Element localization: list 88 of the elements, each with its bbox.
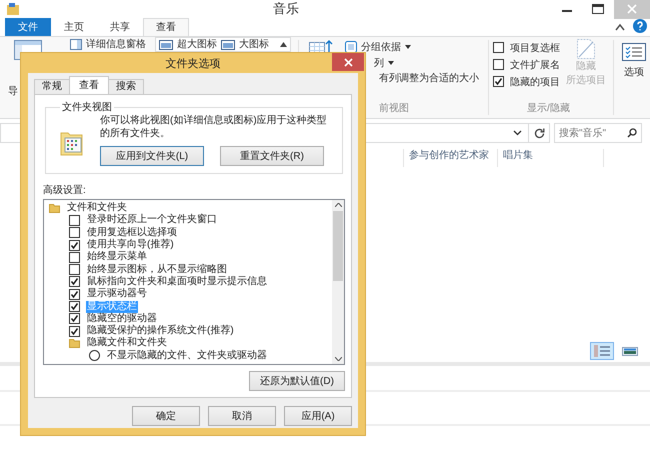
- details-view-button[interactable]: [590, 342, 614, 360]
- caret-icon: [405, 45, 411, 49]
- column-header[interactable]: 参与创作的艺术家: [403, 149, 497, 167]
- dialog-tab[interactable]: 查看: [69, 76, 109, 94]
- checkbox[interactable]: [69, 214, 80, 226]
- folder-view-button[interactable]: 应用到文件夹(L): [100, 146, 204, 166]
- option-label[interactable]: 始终显示菜单: [86, 251, 148, 264]
- details-pane-button[interactable]: 详细信息窗格: [86, 37, 146, 51]
- scroll-down-icon[interactable]: [334, 356, 342, 361]
- options-button[interactable]: 选项: [622, 43, 646, 79]
- refresh-icon[interactable]: [534, 128, 544, 138]
- dialog-button[interactable]: 确定: [132, 406, 200, 426]
- ribbon-tab[interactable]: 文件: [5, 18, 51, 36]
- folder-label[interactable]: 文件和文件夹: [66, 202, 128, 214]
- help-icon[interactable]: [633, 19, 647, 33]
- maximize-icon[interactable]: [592, 4, 604, 14]
- description-text: 你可以将此视图(如详细信息或图标)应用于这种类型的所有文件夹。: [100, 114, 328, 140]
- checkbox[interactable]: [493, 59, 504, 70]
- option-label[interactable]: 隐藏受保护的操作系统文件(推荐): [86, 325, 235, 338]
- close-icon: [344, 58, 352, 66]
- dialog-tab[interactable]: 常规: [34, 79, 70, 94]
- large-icons-icon: [622, 345, 638, 357]
- dialog-tab[interactable]: 搜索: [108, 79, 144, 94]
- dialog-button[interactable]: 应用(A): [284, 406, 352, 426]
- search-field[interactable]: 搜索"音乐": [554, 123, 642, 143]
- checkbox[interactable]: [493, 42, 504, 53]
- details-pane-icon: [70, 38, 82, 50]
- group-by-icon: [345, 41, 357, 53]
- checkbox[interactable]: [69, 326, 80, 337]
- restore-defaults-button[interactable]: 还原为默认值(D): [249, 370, 345, 391]
- option-label[interactable]: 显示驱动器号: [86, 288, 148, 300]
- option-label[interactable]: 隐藏空的驱动器: [86, 312, 158, 325]
- checkbox[interactable]: [69, 252, 80, 263]
- group-by-menu[interactable]: 分组依据: [361, 40, 401, 54]
- option-label[interactable]: 不显示隐藏的文件、文件夹或驱动器: [106, 350, 268, 362]
- folder-view-button[interactable]: 重置文件夹(R): [220, 146, 324, 166]
- extra-large-icons-icon: [159, 40, 173, 50]
- folder-icon: [49, 203, 60, 214]
- ribbon-tab[interactable]: 主页: [51, 18, 97, 36]
- checkbox-label: 隐藏的项目: [510, 76, 560, 88]
- checkbox[interactable]: [69, 264, 80, 276]
- checkbox-label: 项目复选框: [510, 42, 560, 54]
- checkbox[interactable]: [69, 227, 80, 238]
- folder-icon: [69, 338, 80, 348]
- options-icon: [622, 43, 646, 61]
- checkbox[interactable]: [69, 276, 80, 288]
- ribbon-tab[interactable]: 查看: [143, 18, 189, 36]
- layout-option[interactable]: 大图标: [239, 38, 269, 50]
- checkbox-label: 文件扩展名: [510, 58, 560, 72]
- group-title: 文件夹视图: [61, 100, 113, 114]
- scroll-up-icon[interactable]: [334, 203, 342, 207]
- option-label[interactable]: 使用共享向导(推荐): [86, 239, 175, 252]
- ribbon-label: 导: [8, 85, 18, 98]
- group-label: 前视图: [379, 102, 409, 115]
- large-icons-icon: [221, 40, 235, 50]
- folder-label[interactable]: 隐藏文件和文件夹: [86, 337, 168, 350]
- group-label: 显示/隐藏: [527, 102, 570, 115]
- columns-menu[interactable]: 列: [374, 56, 384, 70]
- folder-app-icon: [6, 2, 20, 16]
- checkbox[interactable]: [69, 240, 80, 251]
- option-label[interactable]: 登录时还原上一个文件夹窗口: [86, 214, 218, 226]
- ribbon-tab[interactable]: 共享: [97, 18, 143, 36]
- search-icon: [627, 128, 637, 138]
- scrollbar-thumb[interactable]: [333, 211, 343, 281]
- checkbox[interactable]: [493, 76, 504, 87]
- option-label[interactable]: 始终显示图标，从不显示缩略图: [86, 264, 228, 276]
- hide-file-icon: [577, 39, 595, 59]
- dialog-title: 文件夹选项: [164, 56, 222, 70]
- close-icon: [627, 4, 637, 14]
- checkbox[interactable]: [69, 301, 80, 312]
- checkbox[interactable]: [69, 288, 80, 300]
- chevron-down-icon[interactable]: [513, 130, 522, 136]
- size-columns-button[interactable]: 有列调整为合适的大小: [379, 71, 479, 87]
- layout-option[interactable]: 超大图标: [177, 38, 217, 50]
- caret-icon: [388, 61, 394, 65]
- scroll-up-icon[interactable]: [280, 42, 287, 47]
- option-label[interactable]: 鼠标指向文件夹和桌面项时显示提示信息: [86, 276, 268, 288]
- details-list-icon: [594, 345, 610, 357]
- section-label: 高级设置:: [43, 184, 86, 197]
- folder-view-icon: [60, 130, 84, 156]
- checkbox[interactable]: [69, 313, 80, 324]
- window-title: 音乐: [272, 0, 300, 18]
- option-label[interactable]: 使用复选框以选择项: [86, 226, 178, 239]
- collapse-ribbon-icon[interactable]: [615, 23, 625, 31]
- column-header[interactable]: 唱片集: [497, 149, 604, 167]
- close-button[interactable]: [332, 53, 364, 71]
- radio-button[interactable]: [89, 350, 100, 362]
- dialog-button[interactable]: 取消: [208, 406, 276, 426]
